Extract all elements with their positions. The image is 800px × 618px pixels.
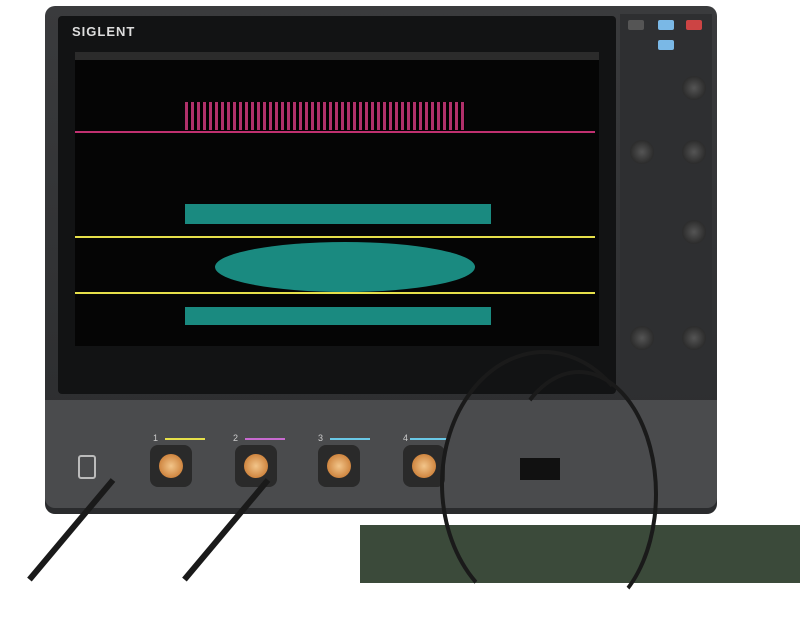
channel-4-color-bar (410, 438, 450, 440)
panel-button[interactable] (686, 20, 702, 30)
channel-4-label: 4 (403, 433, 409, 443)
channel-2-color-bar (245, 438, 285, 440)
knob[interactable] (682, 220, 706, 244)
brand-logo: SIGLENT (72, 24, 136, 39)
panel-button[interactable] (628, 20, 644, 30)
channel-1-bnc[interactable] (150, 445, 192, 487)
channel-3-color-bar (330, 438, 370, 440)
channel-4-bnc[interactable] (403, 445, 445, 487)
scope-display (75, 52, 599, 346)
teal-band-2 (185, 307, 491, 325)
pink-baseline (75, 131, 595, 133)
probe-cable (500, 370, 658, 618)
channel-1-label: 1 (153, 433, 159, 443)
knob[interactable] (682, 326, 706, 350)
knob[interactable] (630, 140, 654, 164)
knob[interactable] (682, 140, 706, 164)
teal-eye (215, 242, 475, 292)
teal-band-1 (185, 204, 491, 224)
panel-button[interactable] (658, 20, 674, 30)
channel-3-label: 3 (318, 433, 324, 443)
channel-2-label: 2 (233, 433, 239, 443)
channel-2-bnc[interactable] (235, 445, 277, 487)
knob[interactable] (682, 76, 706, 100)
yellow-line-bottom (75, 292, 595, 294)
knob[interactable] (630, 326, 654, 350)
power-button[interactable] (78, 455, 96, 479)
channel-1-color-bar (165, 438, 205, 440)
menu-bar (75, 52, 599, 60)
pink-trace (185, 102, 465, 130)
panel-button[interactable] (658, 40, 674, 50)
channel-3-bnc[interactable] (318, 445, 360, 487)
yellow-line-top (75, 236, 595, 238)
control-panel (620, 14, 712, 394)
